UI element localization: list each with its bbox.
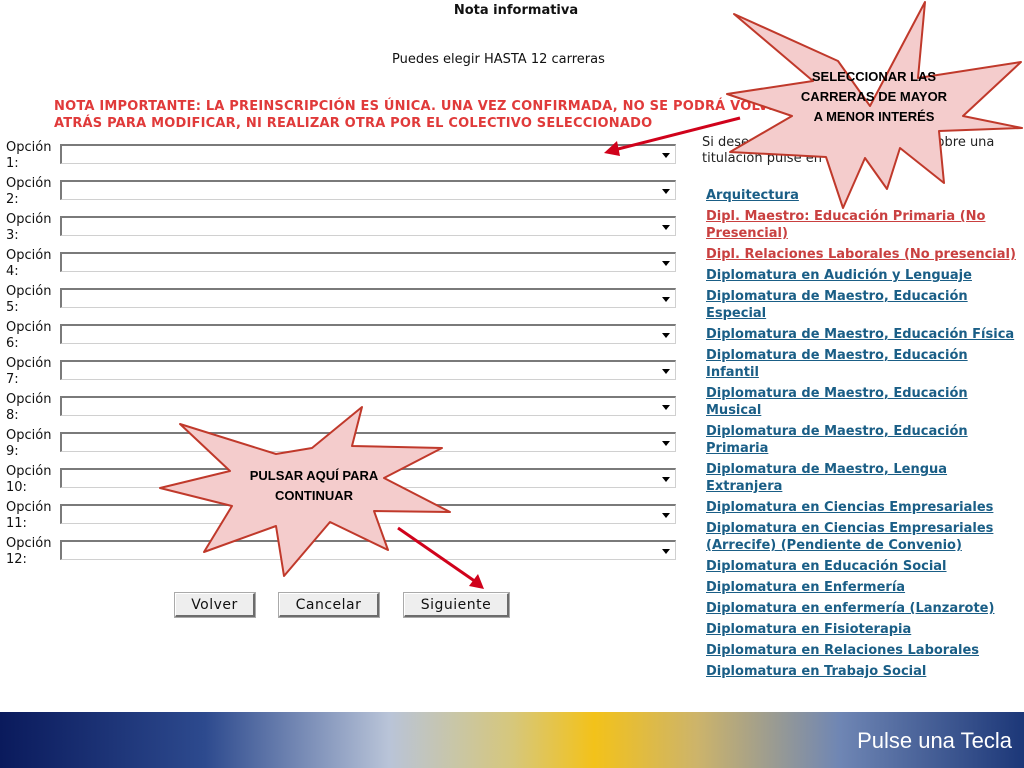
callout-select-careers-text: SELECCIONAR LAS CARRERAS DE MAYOR A MENO… (800, 69, 948, 124)
footer-prompt[interactable]: Pulse una Tecla (857, 728, 1012, 754)
arrow-to-next-button (397, 526, 477, 584)
callout-continue-text: PULSAR AQUÍ PARA CONTINUAR (249, 468, 379, 503)
arrowhead-option-1 (604, 141, 620, 156)
arrow-to-option-1 (613, 116, 741, 152)
arrowhead-next-button (469, 574, 484, 589)
